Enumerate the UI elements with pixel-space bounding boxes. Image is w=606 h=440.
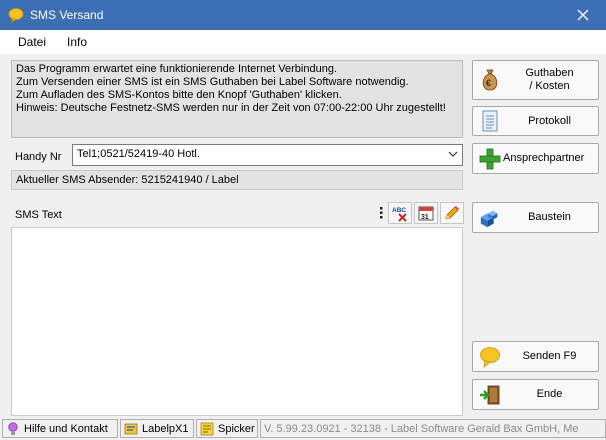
menu-info[interactable]: Info xyxy=(67,35,87,49)
ansprechpartner-button[interactable]: Ansprechpartner xyxy=(472,143,599,174)
status-bar: Hilfe und Kontakt LabelpX1 Spicker V. 5.… xyxy=(0,416,606,440)
chevron-down-icon xyxy=(448,151,458,157)
spicker-button[interactable]: Spicker xyxy=(196,419,258,438)
handy-label: Handy Nr xyxy=(15,151,62,163)
menu-datei[interactable]: Datei xyxy=(18,35,46,49)
exit-door-icon xyxy=(480,385,500,404)
info-line: Zum Aufladen des SMS-Kontos bitte den Kn… xyxy=(16,89,342,101)
spicker-label: Spicker xyxy=(218,422,255,435)
ansprechpartner-label: Ansprechpartner xyxy=(503,152,585,164)
guthaben-button[interactable]: € Guthaben / Kosten xyxy=(472,60,599,100)
lightbulb-icon xyxy=(8,421,18,435)
sms-text-area[interactable] xyxy=(11,227,463,416)
info-line: Das Programm erwartet eine funktionieren… xyxy=(16,63,338,75)
senden-button[interactable]: Senden F9 xyxy=(472,341,599,372)
sms-text-label: SMS Text xyxy=(15,209,62,221)
spellcheck-icon: ABC xyxy=(392,207,407,222)
sender-text: Aktueller SMS Absender: 5215241940 / Lab… xyxy=(16,174,239,186)
ende-button[interactable]: Ende xyxy=(472,379,599,410)
building-blocks-icon xyxy=(480,210,498,227)
title-bar: SMS Versand xyxy=(0,0,606,30)
svg-text:€: € xyxy=(486,78,491,88)
labelpx-label: LabelpX1 xyxy=(142,422,189,435)
info-line: Zum Versenden einer SMS ist ein SMS Guth… xyxy=(16,76,409,88)
guthaben-label-line2: / Kosten xyxy=(529,80,570,92)
menu-bar: Datei Info xyxy=(0,30,606,54)
hilfe-label: Hilfe und Kontakt xyxy=(24,422,108,435)
protokoll-button[interactable]: Protokoll xyxy=(472,106,599,136)
insert-date-button[interactable]: 31 xyxy=(414,202,438,224)
hilfe-kontakt-button[interactable]: Hilfe und Kontakt xyxy=(2,419,118,438)
label-app-icon xyxy=(124,423,138,434)
document-icon xyxy=(482,110,498,132)
edit-button[interactable] xyxy=(440,202,464,224)
guthaben-label-line1: Guthaben xyxy=(525,67,574,79)
labelpx-button[interactable]: LabelpX1 xyxy=(120,419,194,438)
baustein-label: Baustein xyxy=(528,211,571,223)
add-icon xyxy=(479,148,501,169)
handy-select[interactable]: Tel1;0521/52419-40 Hotl. xyxy=(72,144,463,166)
svg-text:ABC: ABC xyxy=(392,207,406,214)
version-info: V. 5.99.23.0921 - 32138 - Label Software… xyxy=(260,419,606,438)
main-area: Das Programm erwartet eine funktionieren… xyxy=(0,54,606,416)
ende-label: Ende xyxy=(536,388,563,400)
sender-info: Aktueller SMS Absender: 5215241940 / Lab… xyxy=(11,170,463,190)
info-panel: Das Programm erwartet eine funktionieren… xyxy=(11,60,463,138)
calendar-icon: 31 xyxy=(418,206,434,221)
pencil-icon xyxy=(445,206,459,220)
baustein-button[interactable]: Baustein xyxy=(472,202,599,233)
close-button[interactable] xyxy=(560,0,606,30)
note-icon xyxy=(200,422,214,435)
sms-bubble-icon xyxy=(480,346,500,368)
handy-value: Tel1;0521/52419-40 Hotl. xyxy=(77,148,200,160)
version-label: V. 5.99.23.0921 - 32138 - Label Software… xyxy=(264,422,579,435)
info-line: Hinweis: Deutsche Festnetz-SMS werden nu… xyxy=(16,102,446,114)
sms-bubble-icon xyxy=(8,8,24,23)
window-title: SMS Versand xyxy=(30,8,104,22)
senden-label: Senden F9 xyxy=(522,350,577,362)
money-bag-icon: € xyxy=(482,69,498,91)
spellcheck-button[interactable]: ABC xyxy=(388,202,412,224)
calendar-day: 31 xyxy=(421,214,429,221)
protokoll-label: Protokoll xyxy=(528,114,571,127)
close-icon xyxy=(577,9,589,21)
more-options-icon[interactable] xyxy=(378,206,384,220)
